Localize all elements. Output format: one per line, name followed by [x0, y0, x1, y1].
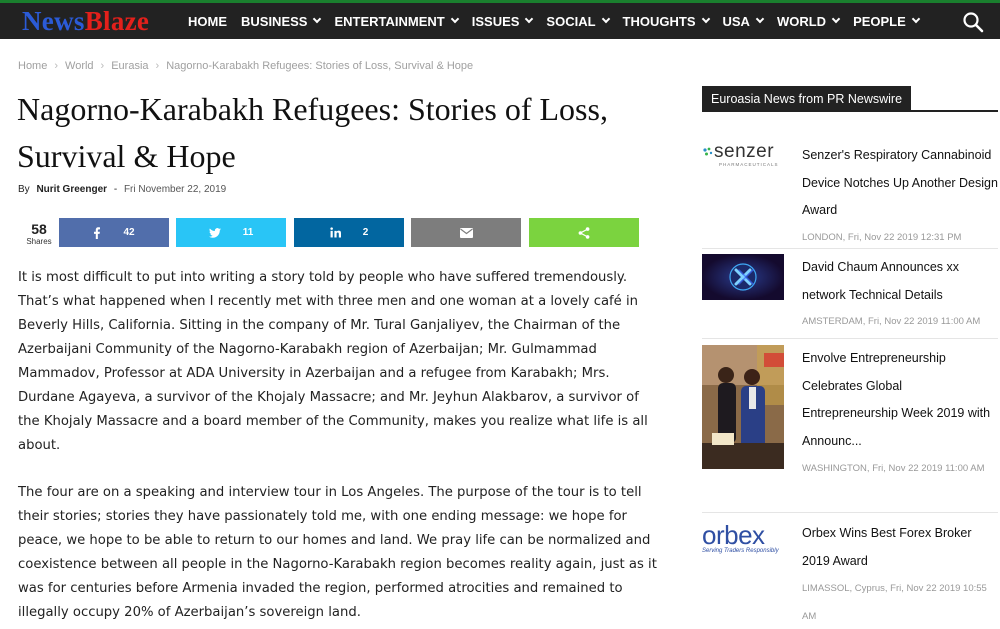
senzer-logo[interactable]: senzer PHARMACEUTICALS — [702, 142, 784, 182]
sidebar-item-title[interactable]: Orbex Wins Best Forex Broker 2019 Award — [802, 520, 998, 575]
breadcrumb-eurasia[interactable]: Eurasia — [111, 60, 148, 72]
more-share-button[interactable] — [529, 218, 639, 247]
orbex-logo-subtitle: Serving Traders Responsibly — [702, 548, 779, 554]
sidebar-divider — [702, 338, 998, 339]
senzer-logo-subtitle: PHARMACEUTICALS — [719, 162, 779, 167]
senzer-logo-text: senzer — [714, 141, 775, 162]
sidebar-item-title[interactable]: David Chaum Announces xx network Technic… — [802, 254, 998, 309]
sidebar-item-title[interactable]: Envolve Entrepreneurship Celebrates Glob… — [802, 345, 998, 455]
byline-by: By — [18, 184, 30, 195]
chevron-down-icon — [911, 14, 921, 24]
share-count: 58 — [31, 221, 47, 237]
event-photo-image — [702, 345, 784, 469]
linkedin-share-button[interactable]: 2 — [294, 218, 404, 247]
main-nav: HOME BUSINESS ENTERTAINMENT ISSUES SOCIA… — [188, 3, 933, 39]
chevron-down-icon — [450, 14, 459, 24]
sidebar-news-item: senzer PHARMACEUTICALS Senzer's Respirat… — [702, 142, 998, 248]
xx-network-image[interactable] — [702, 254, 784, 300]
sidebar-item-meta: LIMASSOL, Cyprus, Fri, Nov 22 2019 10:55… — [802, 583, 987, 622]
nav-label: PEOPLE — [853, 13, 906, 29]
nav-item-business[interactable]: BUSINESS — [241, 13, 322, 29]
logo-part-news: News — [22, 6, 85, 36]
sidebar-item-title[interactable]: Senzer's Respiratory Cannabinoid Device … — [802, 142, 998, 225]
article-paragraph: It is most difficult to put into writing… — [18, 270, 648, 453]
nav-item-thoughts[interactable]: THOUGHTS — [622, 13, 710, 29]
nav-item-people[interactable]: PEOPLE — [853, 13, 921, 29]
senzer-logo-icon — [703, 147, 713, 156]
byline: By Nurit Greenger - Fri November 22, 201… — [18, 184, 226, 195]
nav-item-issues[interactable]: ISSUES — [471, 13, 534, 29]
nav-label: SOCIAL — [546, 13, 596, 29]
sidebar-news-item: Envolve Entrepreneurship Celebrates Glob… — [702, 345, 998, 515]
breadcrumb-home[interactable]: Home — [18, 60, 47, 72]
share-icon — [578, 226, 590, 239]
publish-date: Fri November 22, 2019 — [123, 184, 227, 195]
nav-item-home[interactable]: HOME — [188, 14, 227, 29]
nav-label: ISSUES — [471, 13, 520, 29]
nav-label: THOUGHTS — [622, 13, 696, 29]
breadcrumb-separator-icon: › — [54, 60, 59, 72]
breadcrumb-separator-icon: › — [155, 60, 160, 72]
nav-item-social[interactable]: SOCIAL — [546, 13, 610, 29]
chevron-down-icon — [313, 14, 322, 24]
facebook-icon — [94, 226, 101, 239]
envolve-event-photo[interactable] — [702, 345, 784, 469]
logo-part-blaze: Blaze — [84, 6, 150, 36]
mail-icon — [459, 227, 473, 238]
sidebar-item-meta: AMSTERDAM, Fri, Nov 22 2019 11:00 AM — [802, 316, 981, 327]
breadcrumb-world[interactable]: World — [65, 60, 94, 72]
sidebar-news-item: orbex Serving Traders Responsibly Orbex … — [702, 520, 998, 629]
nav-label: ENTERTAINMENT — [334, 13, 445, 29]
facebook-share-count: 42 — [123, 227, 135, 238]
breadcrumb-current: Nagorno-Karabakh Refugees: Stories of Lo… — [166, 60, 474, 72]
twitter-icon — [208, 227, 221, 238]
email-share-button[interactable] — [411, 218, 521, 247]
orbex-logo-text: orbex — [702, 520, 765, 550]
chevron-down-icon — [831, 14, 841, 24]
nav-item-world[interactable]: WORLD — [776, 13, 841, 29]
nav-item-entertainment[interactable]: ENTERTAINMENT — [334, 13, 459, 29]
sidebar-news-item: David Chaum Announces xx network Technic… — [702, 254, 998, 334]
page-title: Nagorno-Karabakh Refugees: Stories of Lo… — [17, 91, 608, 174]
site-logo[interactable]: NewsBlaze — [22, 6, 149, 36]
sidebar-heading: Euroasia News from PR Newswire — [702, 86, 998, 112]
nav-label: HOME — [188, 13, 227, 29]
twitter-share-count: 11 — [242, 227, 254, 238]
breadcrumb-separator-icon: › — [100, 60, 105, 72]
chevron-down-icon — [601, 14, 610, 24]
byline-separator: - — [113, 184, 118, 195]
sidebar-item-meta: WASHINGTON, Fri, Nov 22 2019 11:00 AM — [802, 463, 985, 474]
facebook-share-button[interactable]: 42 — [59, 218, 169, 247]
breadcrumb: Home › World › Eurasia › Nagorno-Karabak… — [18, 60, 473, 72]
search-icon[interactable] — [962, 11, 984, 33]
share-total: 58 Shares — [22, 221, 56, 246]
author-link[interactable]: Nurit Greenger — [36, 184, 107, 195]
sidebar-divider — [702, 248, 998, 249]
chevron-down-icon — [525, 14, 534, 24]
top-navbar: NewsBlaze HOME BUSINESS ENTERTAINMENT IS… — [0, 0, 1000, 39]
twitter-share-button[interactable]: 11 — [176, 218, 286, 247]
nav-label: BUSINESS — [241, 13, 308, 29]
share-count-label: Shares — [26, 237, 52, 246]
article-body: It is most difficult to put into writing… — [18, 266, 658, 629]
linkedin-icon — [330, 227, 341, 238]
chevron-down-icon — [701, 14, 710, 24]
sidebar-heading-label: Euroasia News from PR Newswire — [702, 86, 912, 112]
chevron-down-icon — [755, 14, 765, 24]
nav-label: WORLD — [776, 13, 827, 29]
linkedin-share-count: 2 — [362, 227, 369, 238]
nav-item-usa[interactable]: USA — [722, 13, 765, 29]
article-paragraph: The four are on a speaking and interview… — [18, 485, 657, 620]
sidebar-divider — [702, 512, 998, 513]
xx-network-logo-icon — [702, 254, 784, 300]
nav-label: USA — [722, 13, 750, 29]
orbex-logo[interactable]: orbex Serving Traders Responsibly — [702, 522, 784, 558]
